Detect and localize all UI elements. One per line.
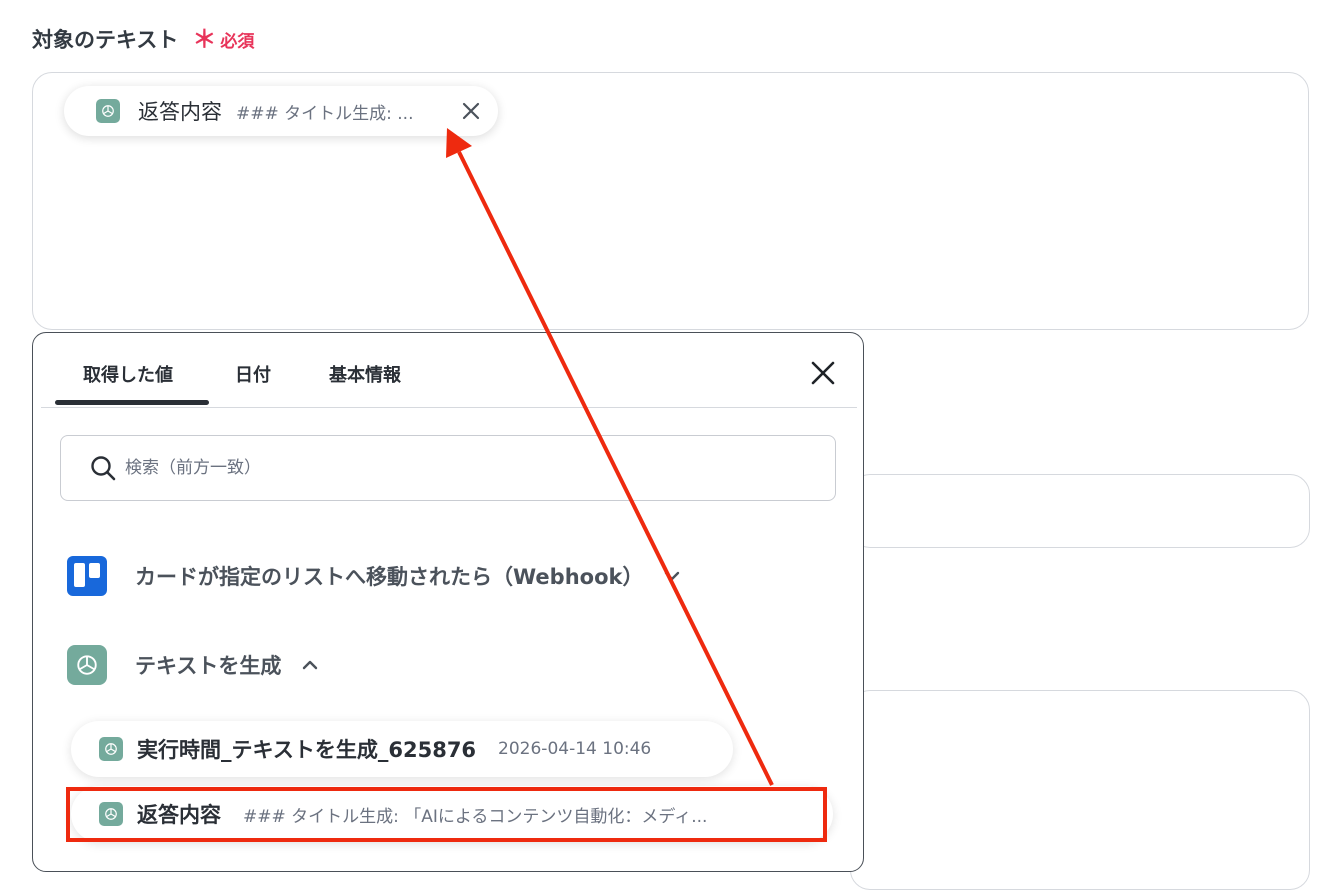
search-input[interactable]: [123, 457, 727, 479]
chip-remove-icon[interactable]: [458, 98, 484, 124]
openai-icon: [99, 737, 123, 761]
tab-date[interactable]: 日付: [235, 361, 271, 387]
tab-bar: 取得した値 日付 基本情報: [41, 333, 857, 408]
chevron-down-icon: [665, 571, 680, 581]
value-item-exec-time[interactable]: 実行時間_テキストを生成_625876 2026-04-14 10:46: [71, 721, 733, 777]
item-value: 2026-04-14 10:46: [498, 739, 652, 759]
field-label: 対象のテキスト ＊ 必須: [32, 24, 254, 54]
chip-label: 返答内容: [138, 100, 222, 124]
active-tab-indicator: [55, 400, 209, 405]
group-label: カードが指定のリストへ移動されたら（Webhook）: [135, 565, 644, 589]
tab-basic-info[interactable]: 基本情報: [329, 361, 401, 387]
background-field-3[interactable]: [850, 690, 1310, 890]
group-generate-text[interactable]: テキストを生成: [67, 645, 319, 685]
chip-value: ### タイトル生成: ...: [236, 103, 414, 124]
tab-acquired-values[interactable]: 取得した値: [83, 361, 173, 387]
chevron-up-icon: [303, 660, 318, 670]
annotation-highlight-box: [66, 787, 827, 842]
field-label-text: 対象のテキスト: [32, 28, 179, 52]
trello-icon: [67, 556, 107, 596]
group-trello-trigger[interactable]: カードが指定のリストへ移動されたら（Webhook）: [67, 556, 681, 596]
inserted-value-chip[interactable]: 返答内容 ### タイトル生成: ...: [64, 86, 498, 136]
required-badge: ＊ 必須: [192, 27, 254, 52]
search-icon: [91, 456, 116, 481]
item-label: 実行時間_テキストを生成_625876: [137, 738, 477, 762]
required-mark: ＊: [192, 25, 217, 53]
search-box: [60, 435, 836, 501]
group-label: テキストを生成: [135, 654, 282, 678]
required-text: 必須: [220, 31, 255, 52]
openai-icon: [67, 645, 107, 685]
close-icon[interactable]: [809, 359, 837, 387]
background-field-2[interactable]: [850, 474, 1310, 548]
openai-icon: [96, 99, 120, 123]
